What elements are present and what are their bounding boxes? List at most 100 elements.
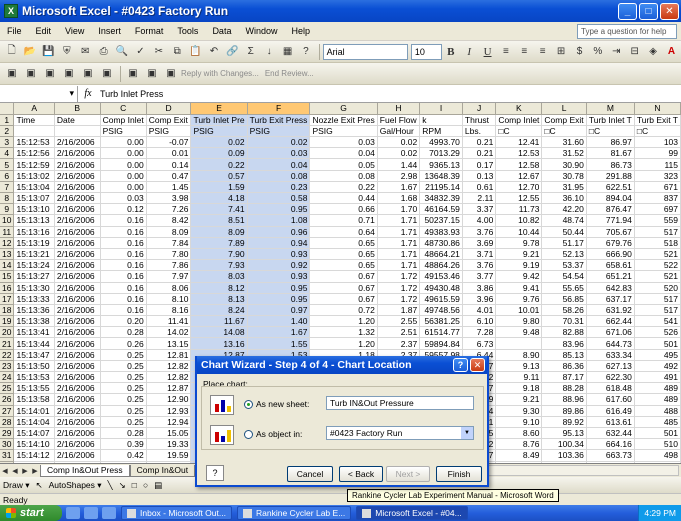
sheet-cell[interactable]: 30.90	[541, 158, 587, 171]
sheet-cell[interactable]: 0.02	[377, 136, 421, 149]
sheet-cell[interactable]: 8.51	[190, 214, 248, 227]
sheet-cell[interactable]: 58.26	[541, 304, 587, 317]
new-sheet-name-input[interactable]: Turb IN&Out Pressure	[326, 396, 474, 410]
column-header[interactable]: L	[541, 103, 587, 115]
underline-button[interactable]: U	[479, 43, 496, 61]
sheet-cell[interactable]: 0.25	[100, 382, 147, 395]
sheet-cell[interactable]: 7.93	[190, 259, 248, 272]
sheet-cell[interactable]: 0.21	[462, 147, 497, 160]
sort-ascending-icon[interactable]: ↓	[260, 43, 277, 61]
sheet-cell[interactable]: 4993.70	[419, 136, 463, 149]
sheet-cell[interactable]: 622.30	[586, 371, 635, 384]
sheet-cell[interactable]: 2/16/2006	[54, 360, 101, 373]
sheet-cell[interactable]: 0.03	[309, 136, 378, 149]
sheet-cell[interactable]: 2/16/2006	[54, 371, 101, 384]
sheet-cell[interactable]: 0.25	[100, 371, 147, 384]
sheet-cell[interactable]: Nozzle Exit Pres	[309, 114, 378, 126]
sheet-cell[interactable]: 0.16	[100, 248, 147, 261]
sheet-cell[interactable]: 8.90	[495, 349, 543, 361]
sheet-cell[interactable]: 2/16/2006	[54, 405, 101, 417]
sheet-cell[interactable]: 0.25	[100, 393, 147, 406]
row-header[interactable]: 30	[0, 438, 15, 451]
sheet-cell[interactable]: 61514.77	[419, 326, 463, 339]
sheet-cell[interactable]	[13, 125, 55, 138]
sheet-cell[interactable]: 54.54	[541, 270, 587, 283]
sheet-cell[interactable]: 9.42	[495, 270, 543, 283]
sheet-cell[interactable]: 89.92	[541, 416, 587, 428]
print-icon[interactable]: ⎙	[95, 43, 112, 61]
sheet-cell[interactable]: 48864.26	[419, 259, 463, 272]
select-all-corner[interactable]	[0, 103, 15, 115]
sheet-cell[interactable]: 0.44	[309, 192, 378, 205]
column-header[interactable]: B	[54, 103, 101, 115]
sheet-cell[interactable]: 8.06	[146, 282, 192, 294]
sheet-cell[interactable]: 489	[634, 382, 681, 395]
sheet-cell[interactable]: 7.26	[146, 203, 192, 216]
prev-sheet-icon[interactable]: ◀	[10, 467, 20, 475]
sheet-cell[interactable]: 50.44	[541, 226, 587, 238]
sheet-cell[interactable]: 2/16/2006	[54, 192, 101, 205]
sheet-cell[interactable]: 8.24	[190, 304, 248, 317]
sheet-cell[interactable]: 0.65	[309, 237, 378, 249]
sheet-cell[interactable]: 12.70	[495, 181, 543, 194]
sheet-cell[interactable]: 2/16/2006	[54, 136, 101, 149]
sheet-cell[interactable]: 7.97	[146, 270, 192, 283]
sheet-cell[interactable]: 9.21	[495, 393, 543, 406]
sheet-cell[interactable]: 526	[634, 326, 681, 339]
row-header[interactable]: 19	[0, 315, 15, 328]
sheet-cell[interactable]: 679.76	[586, 237, 635, 249]
sheet-cell[interactable]: 0.16	[100, 293, 147, 305]
sheet-cell[interactable]: 8.12	[190, 282, 248, 294]
sheet-cell[interactable]: 1.08	[247, 214, 311, 227]
toolbar-icon-4[interactable]: ▣	[60, 65, 78, 83]
sheet-cell[interactable]: 86.97	[586, 136, 635, 149]
sheet-cell[interactable]: 2/16/2006	[54, 203, 101, 216]
sheet-cell[interactable]: 15:13:50	[13, 360, 55, 373]
sheet-cell[interactable]: 52.13	[541, 248, 587, 261]
sheet-cell[interactable]: 0.25	[100, 405, 147, 417]
sheet-cell[interactable]: -0.07	[146, 136, 192, 149]
sheet-tab-comp-inout[interactable]: Comp In&Out	[129, 464, 196, 477]
sheet-cell[interactable]: 0.04	[309, 147, 378, 160]
sheet-cell[interactable]: 15:12:56	[13, 147, 55, 160]
sheet-cell[interactable]: 0.20	[100, 315, 147, 328]
first-sheet-icon[interactable]: ◀	[0, 467, 10, 475]
column-header[interactable]: I	[419, 103, 463, 115]
finish-button[interactable]: Finish	[436, 466, 482, 482]
quicklaunch-icon-1[interactable]	[66, 507, 80, 519]
sheet-cell[interactable]: 12.58	[495, 158, 543, 171]
row-header[interactable]: 4	[0, 147, 15, 160]
sheet-cell[interactable]: 86.36	[541, 360, 587, 373]
sheet-cell[interactable]: 0.28	[100, 427, 147, 440]
sheet-cell[interactable]: 495	[634, 349, 681, 361]
sheet-cell[interactable]: 48664.21	[419, 248, 463, 261]
sheet-cell[interactable]: 53.37	[541, 259, 587, 272]
sheet-cell[interactable]: 15:14:10	[13, 438, 55, 451]
sheet-cell[interactable]: 2.55	[377, 315, 421, 328]
menu-file[interactable]: File	[0, 26, 29, 36]
sheet-cell[interactable]: 8.42	[146, 214, 192, 227]
sheet-cell[interactable]: PSIG	[190, 125, 248, 138]
sheet-cell[interactable]: 1.59	[190, 181, 248, 194]
toolbar-icon-6[interactable]: ▣	[98, 65, 116, 83]
sheet-cell[interactable]: 2.37	[377, 337, 421, 350]
sheet-cell[interactable]: 837	[634, 192, 681, 205]
sheet-cell[interactable]: 19.59	[146, 449, 192, 462]
sheet-cell[interactable]: Comp Inlet	[100, 114, 147, 126]
next-sheet-icon[interactable]: ▶	[20, 467, 30, 475]
sheet-cell[interactable]: 0.17	[462, 158, 497, 171]
row-header[interactable]: 23	[0, 360, 15, 373]
sheet-cell[interactable]: 36.10	[541, 192, 587, 205]
sheet-cell[interactable]: 15:13:21	[13, 248, 55, 261]
sheet-cell[interactable]: 510	[634, 438, 681, 451]
taskbar-item-word[interactable]: Rankine Cycler Lab E...	[236, 506, 352, 520]
row-header[interactable]: 1	[0, 114, 15, 126]
sheet-cell[interactable]: 0.95	[247, 293, 311, 305]
sheet-cell[interactable]: □C	[586, 125, 635, 138]
row-header[interactable]: 8	[0, 192, 15, 205]
sheet-cell[interactable]: 12.41	[495, 136, 543, 149]
toolbar-icon-5[interactable]: ▣	[79, 65, 97, 83]
sheet-cell[interactable]: 2/16/2006	[54, 237, 101, 249]
sheet-cell[interactable]: 1.20	[309, 337, 378, 350]
sheet-cell[interactable]: □C	[634, 125, 681, 138]
